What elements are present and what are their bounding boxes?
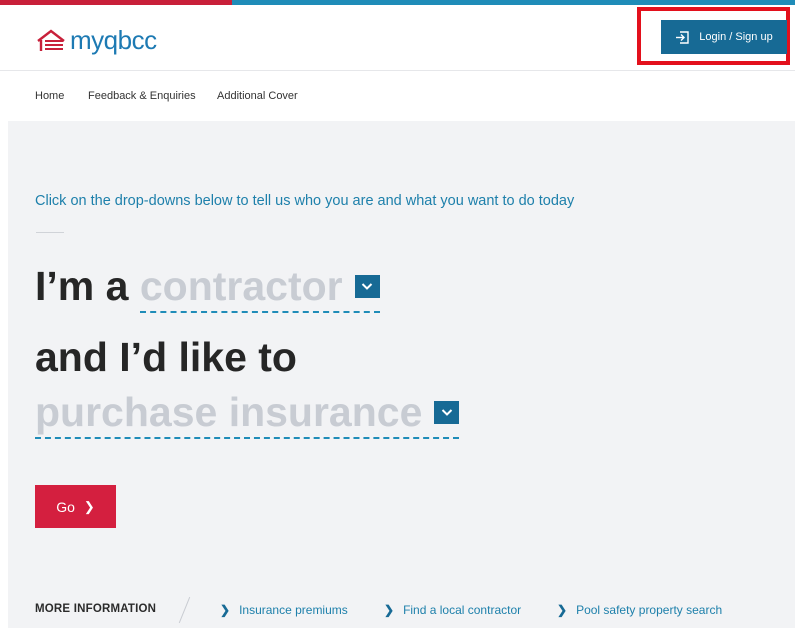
line-action: purchase insurance xyxy=(35,389,460,439)
logo-text: myqbcc xyxy=(70,25,157,55)
intro-text: Click on the drop-downs below to tell us… xyxy=(35,193,575,209)
chevron-right-icon: ❯ xyxy=(83,498,95,514)
login-signup-button[interactable]: Login / Sign up xyxy=(661,20,787,54)
link-find-local-contractor[interactable]: ❯ Find a local contractor xyxy=(384,603,521,617)
role-dropdown[interactable]: contractor xyxy=(139,263,380,313)
more-information-heading: MORE INFORMATION xyxy=(35,603,157,615)
link-pool-safety-search[interactable]: ❯ Pool safety property search xyxy=(557,603,722,617)
chevron-down-icon[interactable] xyxy=(354,275,380,298)
nav-feedback-enquiries[interactable]: Feedback & Enquiries xyxy=(88,90,196,102)
line1-prefix: I’m a xyxy=(35,263,129,309)
line2-text: and I’d like to xyxy=(35,334,297,380)
nav-home[interactable]: Home xyxy=(35,90,64,102)
chevron-down-icon[interactable] xyxy=(434,401,460,424)
go-label: Go xyxy=(56,498,75,515)
divider xyxy=(36,232,64,233)
action-dropdown[interactable]: purchase insurance xyxy=(35,389,460,439)
action-dropdown-value: purchase insurance xyxy=(35,389,423,435)
chevron-right-icon: ❯ xyxy=(557,603,568,617)
role-dropdown-value: contractor xyxy=(139,263,343,309)
go-button[interactable]: Go ❯ xyxy=(35,485,116,528)
link-insurance-premiums-label: Insurance premiums xyxy=(239,603,348,617)
link-insurance-premiums[interactable]: ❯ Insurance premiums xyxy=(220,603,348,617)
chevron-right-icon: ❯ xyxy=(384,603,395,617)
main-nav: Home Feedback & Enquiries Additional Cov… xyxy=(0,71,795,121)
login-icon xyxy=(676,30,689,44)
chevron-right-icon: ❯ xyxy=(220,603,231,617)
house-logo-icon xyxy=(37,28,65,51)
login-signup-label: Login / Sign up xyxy=(699,31,773,43)
logo[interactable]: myqbcc xyxy=(36,25,157,56)
line-role: I’m a contractor xyxy=(35,266,380,313)
nav-additional-cover[interactable]: Additional Cover xyxy=(217,90,298,102)
link-find-local-contractor-label: Find a local contractor xyxy=(403,603,522,617)
link-pool-safety-search-label: Pool safety property search xyxy=(576,603,723,617)
